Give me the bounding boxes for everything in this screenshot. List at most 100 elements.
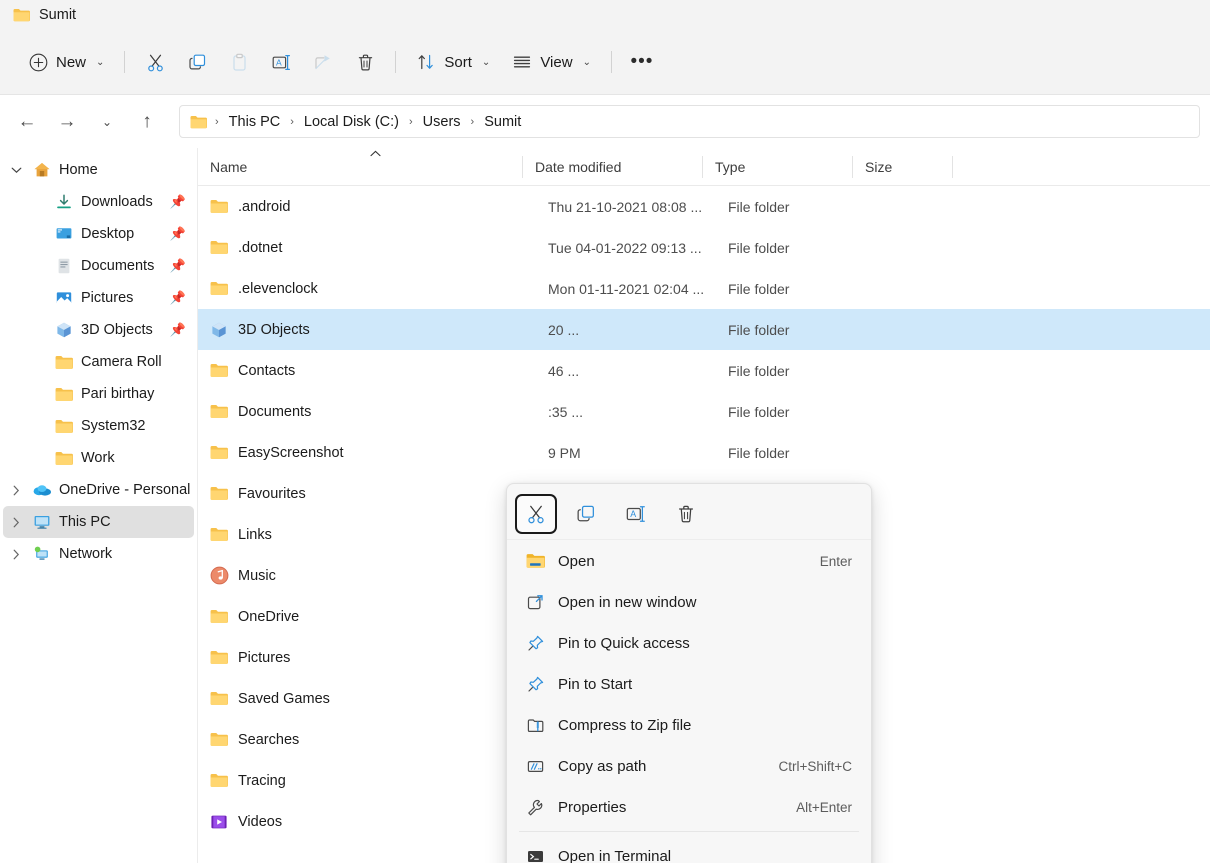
sidebar-item-3d-objects[interactable]: 3D Objects 📌 <box>25 314 194 346</box>
paste-button[interactable] <box>218 44 260 80</box>
sidebar-item-label: Pari birthay <box>81 386 155 402</box>
column-header-date-modified[interactable]: Date modified <box>523 148 703 186</box>
chevron-down-icon <box>11 167 21 174</box>
table-row[interactable]: Documents:35 ... File folder <box>198 391 1210 432</box>
context-menu-item-pin-to-quick-access[interactable]: Pin to Quick access <box>512 623 866 663</box>
sidebar-item-pari-birthay[interactable]: Pari birthay <box>25 378 194 410</box>
column-header-size[interactable]: Size <box>853 148 953 186</box>
rename-icon: A <box>270 52 293 73</box>
pin-icon <box>526 634 558 653</box>
sidebar-item-home[interactable]: Home <box>3 154 194 186</box>
navigation-pane[interactable]: Home Downloads 📌 Desktop 📌 Documents 📌 Pict… <box>0 148 198 863</box>
sidebar-item-label: Downloads <box>81 194 153 210</box>
3d-objects-icon <box>210 321 238 339</box>
delete-button[interactable] <box>344 44 386 80</box>
folder-open-icon <box>526 553 558 569</box>
context-menu-item-shortcut: Enter <box>819 553 852 569</box>
sidebar-item-system32[interactable]: System32 <box>25 410 194 442</box>
toolbar-divider <box>124 51 126 73</box>
file-name: Contacts <box>238 362 296 379</box>
forward-button[interactable]: → <box>50 105 84 139</box>
copy-button[interactable] <box>176 44 218 80</box>
table-row[interactable]: .android Thu 21-10-2021 08:08 ... File fol… <box>198 186 1210 227</box>
sidebar-item-documents[interactable]: Documents 📌 <box>25 250 194 282</box>
sidebar-item-label: Work <box>81 450 115 466</box>
sidebar-item-downloads[interactable]: Downloads 📌 <box>25 186 194 218</box>
breadcrumb[interactable]: › This PC › Local Disk (C:) › Users › Su… <box>179 105 1200 138</box>
sidebar-item-pictures[interactable]: Pictures 📌 <box>25 282 194 314</box>
context-menu-item-copy-as-path[interactable]: Copy as path Ctrl+Shift+C <box>512 746 866 786</box>
this-pc-icon <box>29 513 55 531</box>
column-header-type[interactable]: Type <box>703 148 853 186</box>
table-row[interactable]: Contacts 46 ... File folder <box>198 350 1210 391</box>
sort-button[interactable]: Sort ⌄ <box>405 44 501 80</box>
breadcrumb-item-this-pc[interactable]: This PC <box>223 111 287 133</box>
breadcrumb-separator: › <box>470 115 475 128</box>
file-name: Favourites <box>238 485 306 502</box>
up-button[interactable]: ↑ <box>130 105 164 139</box>
folder-icon <box>210 486 238 501</box>
sidebar-item-label: Pictures <box>81 290 134 306</box>
sidebar-item-camera-roll[interactable]: Camera Roll <box>25 346 194 378</box>
rename-action[interactable]: A <box>615 494 657 534</box>
back-button[interactable]: ← <box>10 105 44 139</box>
view-button[interactable]: View ⌄ <box>501 44 602 80</box>
chevron-right-icon <box>13 517 20 527</box>
context-menu[interactable]: A Open Enter Open in new window Pin to Q… <box>506 483 872 863</box>
music-icon <box>210 566 238 585</box>
rename-icon: A <box>624 503 648 525</box>
copy-action[interactable] <box>565 494 607 534</box>
breadcrumb-item-sumit[interactable]: Sumit <box>478 111 527 133</box>
context-menu-item-open[interactable]: Open Enter <box>512 541 866 581</box>
sidebar-item-desktop[interactable]: Desktop 📌 <box>25 218 194 250</box>
list-view-icon <box>512 52 532 72</box>
file-name: Saved Games <box>238 690 330 707</box>
expander[interactable] <box>3 166 29 174</box>
context-menu-divider <box>519 831 859 832</box>
table-row[interactable]: 3D Objects 20 ... File folder <box>198 309 1210 350</box>
sidebar-item-label: Home <box>59 162 98 178</box>
recent-locations-button[interactable]: ⌄ <box>90 105 124 139</box>
context-menu-item-pin-to-start[interactable]: Pin to Start <box>512 664 866 704</box>
context-menu-item-open-in-terminal[interactable]: Open in Terminal <box>512 836 866 863</box>
cut-button[interactable] <box>134 44 176 80</box>
context-menu-item-properties[interactable]: Properties Alt+Enter <box>512 787 866 827</box>
sidebar-item-this-pc[interactable]: This PC <box>3 506 194 538</box>
context-menu-item-compress-to-zip-file[interactable]: Compress to Zip file <box>512 705 866 745</box>
new-button[interactable]: New ⌄ <box>18 44 115 80</box>
file-name: .android <box>238 198 291 215</box>
expander[interactable] <box>3 549 29 560</box>
context-menu-item-open-in-new-window[interactable]: Open in new window <box>512 582 866 622</box>
file-date-modified: Tue 04-01-2022 09:13 ... <box>548 239 702 256</box>
sidebar-item-onedrive-personal[interactable]: OneDrive - Personal <box>3 474 194 506</box>
breadcrumb-item-local-disk[interactable]: Local Disk (C:) <box>298 111 405 133</box>
folder-icon <box>210 691 238 706</box>
sidebar-item-work[interactable]: Work <box>25 442 194 474</box>
file-name: OneDrive <box>238 608 300 625</box>
rename-button[interactable]: A <box>260 44 302 80</box>
file-name: .dotnet <box>238 239 283 256</box>
context-menu-item-shortcut: Ctrl+Shift+C <box>778 758 852 774</box>
delete-action[interactable] <box>665 494 707 534</box>
sidebar-item-network[interactable]: Network <box>3 538 194 570</box>
table-row[interactable]: .elevenclock Mon 01-11-2021 02:04 ... File… <box>198 268 1210 309</box>
folder-icon <box>210 445 238 460</box>
table-row[interactable]: .dotnet Tue 04-01-2022 09:13 ... File fold… <box>198 227 1210 268</box>
table-row[interactable]: EasyScreenshot 9 PM File folder <box>198 432 1210 473</box>
breadcrumb-item-users[interactable]: Users <box>417 111 467 133</box>
column-header-name[interactable]: Name <box>198 148 523 186</box>
share-button[interactable] <box>302 44 344 80</box>
cut-action[interactable] <box>515 493 557 534</box>
file-date-modified: :35 ... <box>548 403 584 420</box>
context-menu-item-label: Properties <box>558 798 627 816</box>
title-bar: Sumit <box>0 0 1210 30</box>
terminal-icon <box>526 847 558 863</box>
expander[interactable] <box>3 485 29 496</box>
sort-icon <box>416 52 436 72</box>
sort-button-label: Sort <box>444 53 472 71</box>
folder-icon <box>210 404 238 419</box>
file-type: File folder <box>728 362 790 379</box>
expander[interactable] <box>3 517 29 528</box>
new-button-label: New <box>56 53 87 71</box>
more-options-button[interactable]: ••• <box>621 44 663 80</box>
